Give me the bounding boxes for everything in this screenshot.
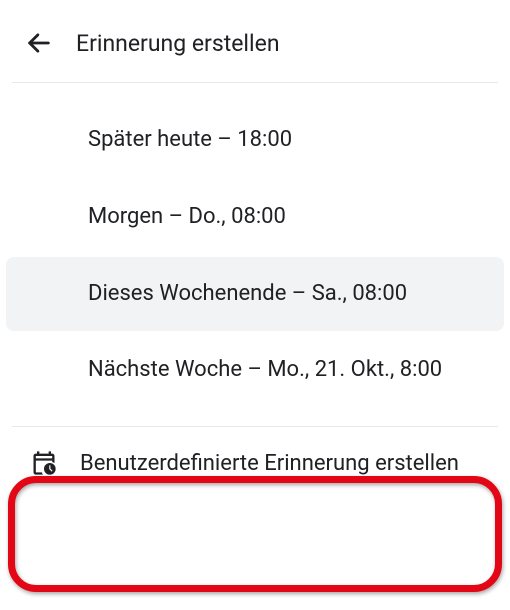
arrow-left-icon — [25, 29, 53, 57]
option-this-weekend[interactable]: Dieses Wochenende – Sa., 08:00 — [6, 257, 504, 332]
header: Erinnerung erstellen — [0, 0, 510, 82]
option-tomorrow[interactable]: Morgen – Do., 08:00 — [6, 180, 504, 255]
reminder-options: Später heute – 18:00 Morgen – Do., 08:00… — [0, 83, 510, 408]
option-next-week[interactable]: Nächste Woche – Mo., 21. Okt., 8:00 — [6, 333, 504, 408]
page-title: Erinnerung erstellen — [76, 30, 280, 57]
calendar-clock-icon — [30, 449, 58, 477]
custom-reminder-button[interactable]: Benutzerdefinierte Erinnerung erstellen — [0, 427, 510, 500]
custom-reminder-label: Benutzerdefinierte Erinnerung erstellen — [80, 447, 459, 480]
option-later-today[interactable]: Später heute – 18:00 — [6, 103, 504, 178]
back-button[interactable] — [24, 28, 54, 58]
